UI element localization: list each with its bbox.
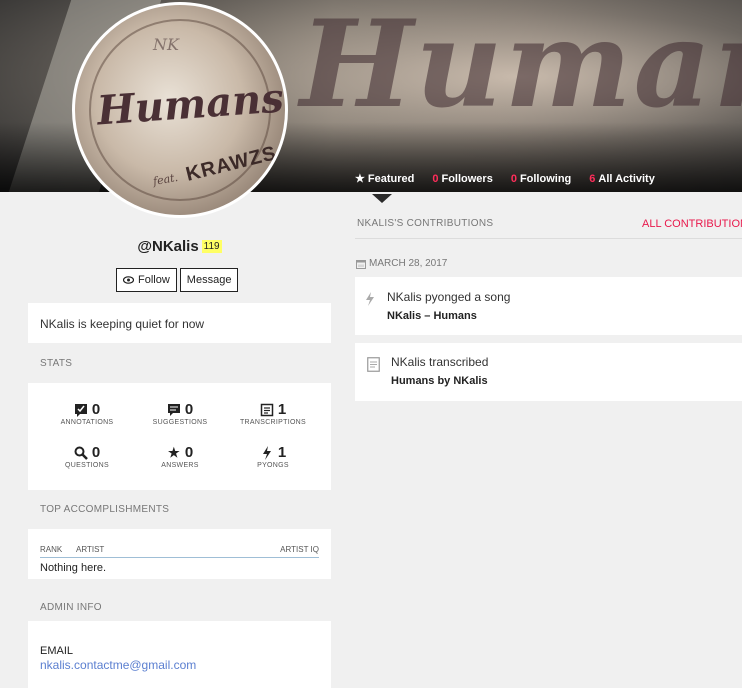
stat-pyongs-label: PYONGS xyxy=(257,462,289,469)
follow-label: Follow xyxy=(138,274,170,286)
admin-heading: ADMIN INFO xyxy=(40,602,102,613)
activity-count: 6 xyxy=(589,172,596,185)
feed-item-subject[interactable]: NKalis – Humans xyxy=(387,310,477,322)
contributions-heading: NKALIS'S CONTRIBUTIONS xyxy=(357,218,494,229)
stat-questions-label: QUESTIONS xyxy=(65,462,109,469)
stat-annotations-label: ANNOTATIONS xyxy=(60,419,114,426)
questions-icon xyxy=(74,446,88,460)
feed-item-subject[interactable]: Humans by NKalis xyxy=(391,375,488,387)
accomplishments-empty: Nothing here. xyxy=(40,562,107,574)
stats-heading: STATS xyxy=(40,358,73,369)
eye-icon xyxy=(123,276,134,284)
followers-count: 0 xyxy=(432,172,439,185)
contribution-date-text: MARCH 28, 2017 xyxy=(369,258,448,269)
col-artist-iq: ARTIST IQ xyxy=(280,545,319,554)
all-contributions-link[interactable]: ALL CONTRIBUTIONS xyxy=(642,218,742,230)
calendar-icon xyxy=(356,259,366,269)
stat-answers[interactable]: ★ 0 ANSWERS xyxy=(135,444,225,469)
avatar[interactable]: NK Humans feat. KRAWZS xyxy=(72,2,288,218)
pyongs-icon xyxy=(262,445,271,460)
stat-pyongs[interactable]: 1 PYONGS xyxy=(228,444,318,469)
feed-item: NKalis transcribed Humans by NKalis xyxy=(355,343,742,401)
stat-questions-value: 0 xyxy=(91,444,101,461)
contributions-divider xyxy=(355,238,742,239)
contribution-date: MARCH 28, 2017 xyxy=(356,258,447,269)
stat-questions[interactable]: 0 QUESTIONS xyxy=(42,444,132,469)
feed-item: NKalis pyonged a song NKalis – Humans xyxy=(355,277,742,335)
stat-answers-value: 0 xyxy=(184,444,194,461)
tab-featured[interactable]: ★ Featured xyxy=(355,172,415,186)
col-artist: ARTIST xyxy=(76,545,105,554)
tab-featured-label: Featured xyxy=(367,172,415,185)
accomplishments-table-header: RANK ARTIST ARTIST IQ xyxy=(40,544,319,558)
feed-item-text: NKalis transcribed xyxy=(391,355,489,369)
iq-badge: 119 xyxy=(201,240,222,253)
profile-actions: Follow Message xyxy=(116,268,239,292)
pyong-icon xyxy=(366,292,374,306)
bio-text: NKalis is keeping quiet for now xyxy=(40,317,205,331)
email-link[interactable]: nkalis.contactme@gmail.com xyxy=(40,658,196,672)
tab-following-label: Following xyxy=(519,172,572,185)
answers-icon: ★ xyxy=(168,444,180,460)
admin-card: EMAIL nkalis.contactme@gmail.com xyxy=(28,621,331,688)
tab-all-activity[interactable]: 6 All Activity xyxy=(589,172,655,185)
transcription-icon xyxy=(367,357,380,372)
profile-nav: ★ Featured 0 Followers 0 Following 6 All… xyxy=(355,172,655,186)
stat-pyongs-value: 1 xyxy=(277,444,287,461)
stat-answers-label: ANSWERS xyxy=(161,462,199,469)
stat-annotations-value: 0 xyxy=(91,401,101,418)
tab-all-activity-label: All Activity xyxy=(598,172,655,185)
stat-annotations[interactable]: 0 ANNOTATIONS xyxy=(42,401,132,426)
suggestions-icon xyxy=(167,403,180,416)
username-heading: @NKalis 119 xyxy=(28,238,331,255)
star-icon: ★ xyxy=(355,173,365,185)
stat-suggestions-value: 0 xyxy=(184,401,194,418)
stat-suggestions[interactable]: 0 SUGGESTIONS xyxy=(135,401,225,426)
username: @NKalis xyxy=(137,238,199,255)
stat-suggestions-label: SUGGESTIONS xyxy=(152,419,208,426)
avatar-monogram: NK xyxy=(153,35,179,54)
accomplishments-card: RANK ARTIST ARTIST IQ Nothing here. xyxy=(28,529,331,579)
stat-transcriptions-label: TRANSCRIPTIONS xyxy=(239,419,307,426)
col-rank: RANK xyxy=(40,545,63,554)
follow-button[interactable]: Follow xyxy=(116,268,177,292)
following-count: 0 xyxy=(510,172,517,185)
annotations-icon xyxy=(74,403,87,417)
tab-following[interactable]: 0 Following xyxy=(511,172,571,185)
feed-item-text: NKalis pyonged a song xyxy=(387,290,511,304)
transcriptions-icon xyxy=(260,403,274,416)
banner-artwork-text: Humans xyxy=(300,0,742,135)
message-button[interactable]: Message xyxy=(179,268,239,292)
stat-transcriptions[interactable]: 1 TRANSCRIPTIONS xyxy=(228,401,318,426)
bio-card: NKalis is keeping quiet for now xyxy=(28,303,331,343)
tab-followers-label: Followers xyxy=(441,172,493,185)
active-tab-caret xyxy=(372,194,392,203)
tab-followers[interactable]: 0 Followers xyxy=(432,172,492,185)
stats-card: 0 ANNOTATIONS 0 SUGGESTIONS 1 TRANSCRIPT… xyxy=(28,383,331,490)
accomplishments-heading: TOP ACCOMPLISHMENTS xyxy=(40,504,170,515)
email-label: EMAIL xyxy=(40,645,74,657)
stat-transcriptions-value: 1 xyxy=(277,401,287,418)
